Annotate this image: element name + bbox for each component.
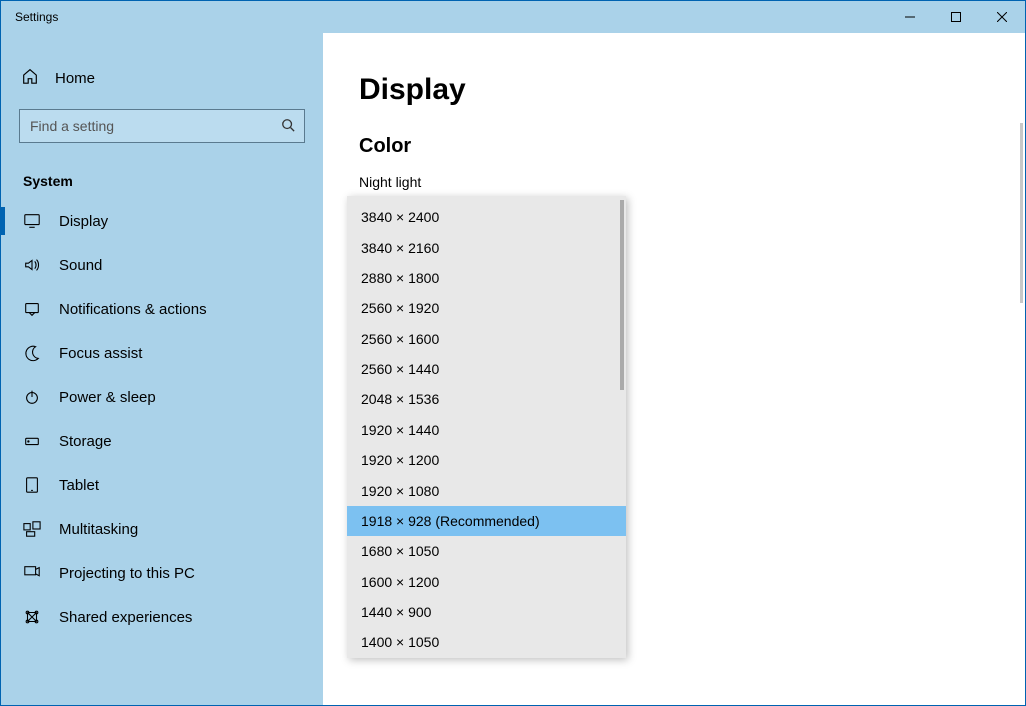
sidebar-item-notifications-actions[interactable]: Notifications & actions	[1, 287, 323, 331]
resolution-option[interactable]: 1400 × 1050	[347, 627, 626, 657]
sidebar-item-label: Sound	[59, 257, 102, 274]
sidebar-item-label: Power & sleep	[59, 389, 156, 406]
maximize-button[interactable]	[933, 1, 979, 33]
sidebar-item-power-sleep[interactable]: Power & sleep	[1, 375, 323, 419]
night-light-label: Night light	[359, 174, 989, 190]
home-label: Home	[55, 70, 95, 87]
display-icon	[23, 212, 41, 230]
section-color: Color	[359, 135, 989, 158]
resolution-option[interactable]: 2048 × 1536	[347, 384, 626, 414]
sidebar-item-sound[interactable]: Sound	[1, 243, 323, 287]
resolution-option[interactable]: 1440 × 900	[347, 597, 626, 627]
resolution-option[interactable]: 3840 × 2160	[347, 232, 626, 262]
home-nav[interactable]: Home	[1, 55, 323, 101]
search-input[interactable]	[19, 109, 305, 143]
sidebar-item-storage[interactable]: Storage	[1, 419, 323, 463]
resolution-option[interactable]: 3840 × 2400	[347, 202, 626, 232]
sidebar-item-multitasking[interactable]: Multitasking	[1, 507, 323, 551]
category-label: System	[1, 159, 323, 199]
minimize-button[interactable]	[887, 1, 933, 33]
resolution-option[interactable]: 1680 × 1050	[347, 536, 626, 566]
main-scrollbar[interactable]	[1020, 123, 1023, 303]
sidebar-item-focus-assist[interactable]: Focus assist	[1, 331, 323, 375]
storage-icon	[23, 432, 41, 450]
resolution-option[interactable]: 2880 × 1800	[347, 263, 626, 293]
resolution-option[interactable]: 2560 × 1600	[347, 324, 626, 354]
search-icon	[281, 118, 295, 137]
sidebar-item-label: Storage	[59, 433, 112, 450]
nav-list: Display Sound Notifications & actions Focus…	[1, 199, 323, 639]
project-icon	[23, 564, 41, 582]
sidebar-item-label: Tablet	[59, 477, 99, 494]
resolution-option[interactable]: 1600 × 1200	[347, 567, 626, 597]
dropdown-inner: 3840 × 24003840 × 21602880 × 18002560 × …	[347, 196, 626, 658]
sidebar-item-shared-experiences[interactable]: Shared experiences	[1, 595, 323, 639]
sidebar-item-display[interactable]: Display	[1, 199, 323, 243]
sidebar-item-label: Focus assist	[59, 345, 142, 362]
sidebar-item-label: Projecting to this PC	[59, 565, 195, 582]
sidebar-item-projecting-to-this-pc[interactable]: Projecting to this PC	[1, 551, 323, 595]
moon-icon	[23, 344, 41, 362]
close-button[interactable]	[979, 1, 1025, 33]
search-wrap	[19, 109, 305, 143]
resolution-option[interactable]: 1918 × 928 (Recommended)	[347, 506, 626, 536]
window-title: Settings	[1, 10, 58, 24]
tablet-icon	[23, 476, 41, 494]
settings-window: Settings Home System Display Sound Notific…	[0, 0, 1026, 706]
power-icon	[23, 388, 41, 406]
window-body: Home System Display Sound Notifications & …	[1, 33, 1025, 705]
resolution-option[interactable]: 1920 × 1080	[347, 475, 626, 505]
sound-icon	[23, 256, 41, 274]
sidebar: Home System Display Sound Notifications & …	[1, 33, 323, 705]
dropdown-scrollbar[interactable]	[620, 200, 624, 390]
page-title: Display	[359, 73, 989, 107]
shared-icon	[23, 608, 41, 626]
resolution-option[interactable]: 2560 × 1920	[347, 293, 626, 323]
titlebar: Settings	[1, 1, 1025, 33]
notifications-icon	[23, 300, 41, 318]
resolution-option[interactable]: 1920 × 1440	[347, 415, 626, 445]
resolution-option[interactable]: 1920 × 1200	[347, 445, 626, 475]
window-controls	[887, 1, 1025, 33]
sidebar-item-tablet[interactable]: Tablet	[1, 463, 323, 507]
resolution-dropdown[interactable]: 3840 × 24003840 × 21602880 × 18002560 × …	[347, 196, 626, 658]
sidebar-item-label: Notifications & actions	[59, 301, 207, 318]
sidebar-item-label: Multitasking	[59, 521, 138, 538]
multitask-icon	[23, 520, 41, 538]
sidebar-item-label: Shared experiences	[59, 609, 192, 626]
home-icon	[21, 67, 39, 89]
sidebar-item-label: Display	[59, 213, 108, 230]
resolution-option[interactable]: 2560 × 1440	[347, 354, 626, 384]
